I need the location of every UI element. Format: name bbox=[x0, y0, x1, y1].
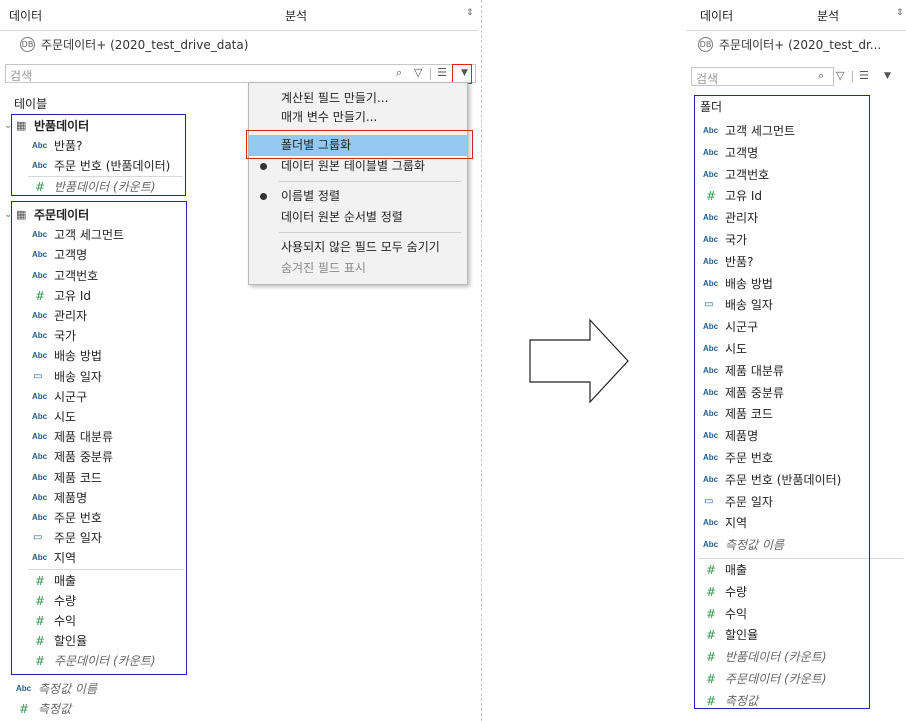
menu-sort-by-datasource-order[interactable]: 데이터 원본 순서별 정렬 bbox=[249, 207, 467, 228]
view-options-icon[interactable]: ☰ bbox=[859, 69, 869, 82]
datasource-row[interactable]: DB 주문데이터+ (2020_test_dr... bbox=[698, 36, 881, 53]
selected-dot-icon bbox=[260, 193, 267, 200]
toolbar-separator bbox=[430, 68, 431, 80]
field-label: 측정값 이름 bbox=[38, 682, 98, 696]
tab-data[interactable]: 데이터 bbox=[9, 7, 42, 24]
datasource-row[interactable]: DB 주문데이터+ (2020_test_drive_data) bbox=[20, 36, 248, 53]
datasource-icon: DB bbox=[20, 37, 35, 52]
tab-analysis[interactable]: 분석 bbox=[817, 7, 839, 24]
datasource-icon: DB bbox=[698, 37, 713, 52]
menu-create-calculated-field[interactable]: 계산된 필드 만들기... bbox=[249, 88, 467, 109]
pane-border bbox=[481, 0, 482, 721]
annotation-red-box-dropdown bbox=[452, 64, 472, 84]
dropdown-arrow-icon[interactable]: ▼ bbox=[884, 71, 891, 81]
datasource-name: 주문데이터+ (2020_test_dr... bbox=[719, 38, 882, 52]
search-icon[interactable]: ⌕ bbox=[818, 69, 824, 83]
annotation-red-box-menu-item bbox=[246, 130, 473, 159]
search-icon[interactable]: ⌕ bbox=[396, 66, 402, 80]
number-type-icon: # bbox=[19, 702, 30, 717]
search-bar: 검색 ⌕ bbox=[691, 67, 834, 86]
filter-icon[interactable]: ▽ bbox=[414, 66, 422, 79]
tab-sort-icon[interactable]: ⇕ bbox=[466, 8, 474, 18]
filter-icon[interactable]: ▽ bbox=[836, 69, 844, 82]
field-label: 측정값 bbox=[38, 702, 72, 717]
context-menu: 계산된 필드 만들기... 매개 변수 만들기... 폴더별 그룹화 데이터 원… bbox=[248, 82, 468, 285]
search-input[interactable]: 검색 bbox=[10, 67, 32, 84]
tab-sort-icon[interactable]: ⇕ bbox=[896, 8, 904, 18]
right-arrow-icon bbox=[529, 318, 629, 404]
menu-sort-by-name[interactable]: 이름별 정렬 bbox=[249, 186, 467, 207]
search-bar: 검색 ⌕ ▽ ☰ ▼ bbox=[5, 64, 476, 83]
tab-underline bbox=[0, 30, 478, 31]
section-tables-label: 테이블 bbox=[14, 97, 48, 111]
tab-underline bbox=[686, 30, 906, 31]
field-item[interactable]: # 측정값 bbox=[16, 699, 71, 719]
datasource-name: 주문데이터+ (2020_test_drive_data) bbox=[41, 38, 249, 52]
menu-separator bbox=[279, 181, 461, 182]
menu-show-hidden-fields: 숨겨진 필드 표시 bbox=[281, 261, 366, 275]
right-data-pane: 데이터 분석 ⇕ DB 주문데이터+ (2020_test_dr... 검색 ⌕… bbox=[686, 0, 906, 721]
selected-dot-icon bbox=[260, 163, 267, 170]
toolbar-separator bbox=[852, 71, 853, 83]
tab-data[interactable]: 데이터 bbox=[700, 7, 733, 24]
annotation-blue-box-returns bbox=[11, 114, 186, 196]
menu-group-by-table[interactable]: 데이터 원본 테이블별 그룹화 bbox=[249, 156, 467, 177]
tab-analysis[interactable]: 분석 bbox=[285, 7, 307, 24]
search-input[interactable]: 검색 bbox=[696, 70, 718, 87]
menu-create-parameter[interactable]: 매개 변수 만들기... bbox=[249, 107, 467, 128]
annotation-blue-box-folders bbox=[694, 95, 870, 709]
annotation-blue-box-orders bbox=[11, 201, 187, 675]
field-item[interactable]: Abc 측정값 이름 bbox=[16, 679, 97, 699]
menu-hide-unused-fields[interactable]: 사용되지 않은 필드 모두 숨기기 bbox=[249, 237, 467, 258]
abc-type-icon: Abc bbox=[16, 684, 32, 693]
view-options-icon[interactable]: ☰ bbox=[437, 66, 447, 79]
left-data-pane: 데이터 분석 ⇕ DB 주문데이터+ (2020_test_drive_data… bbox=[0, 0, 482, 721]
menu-separator bbox=[279, 232, 461, 233]
